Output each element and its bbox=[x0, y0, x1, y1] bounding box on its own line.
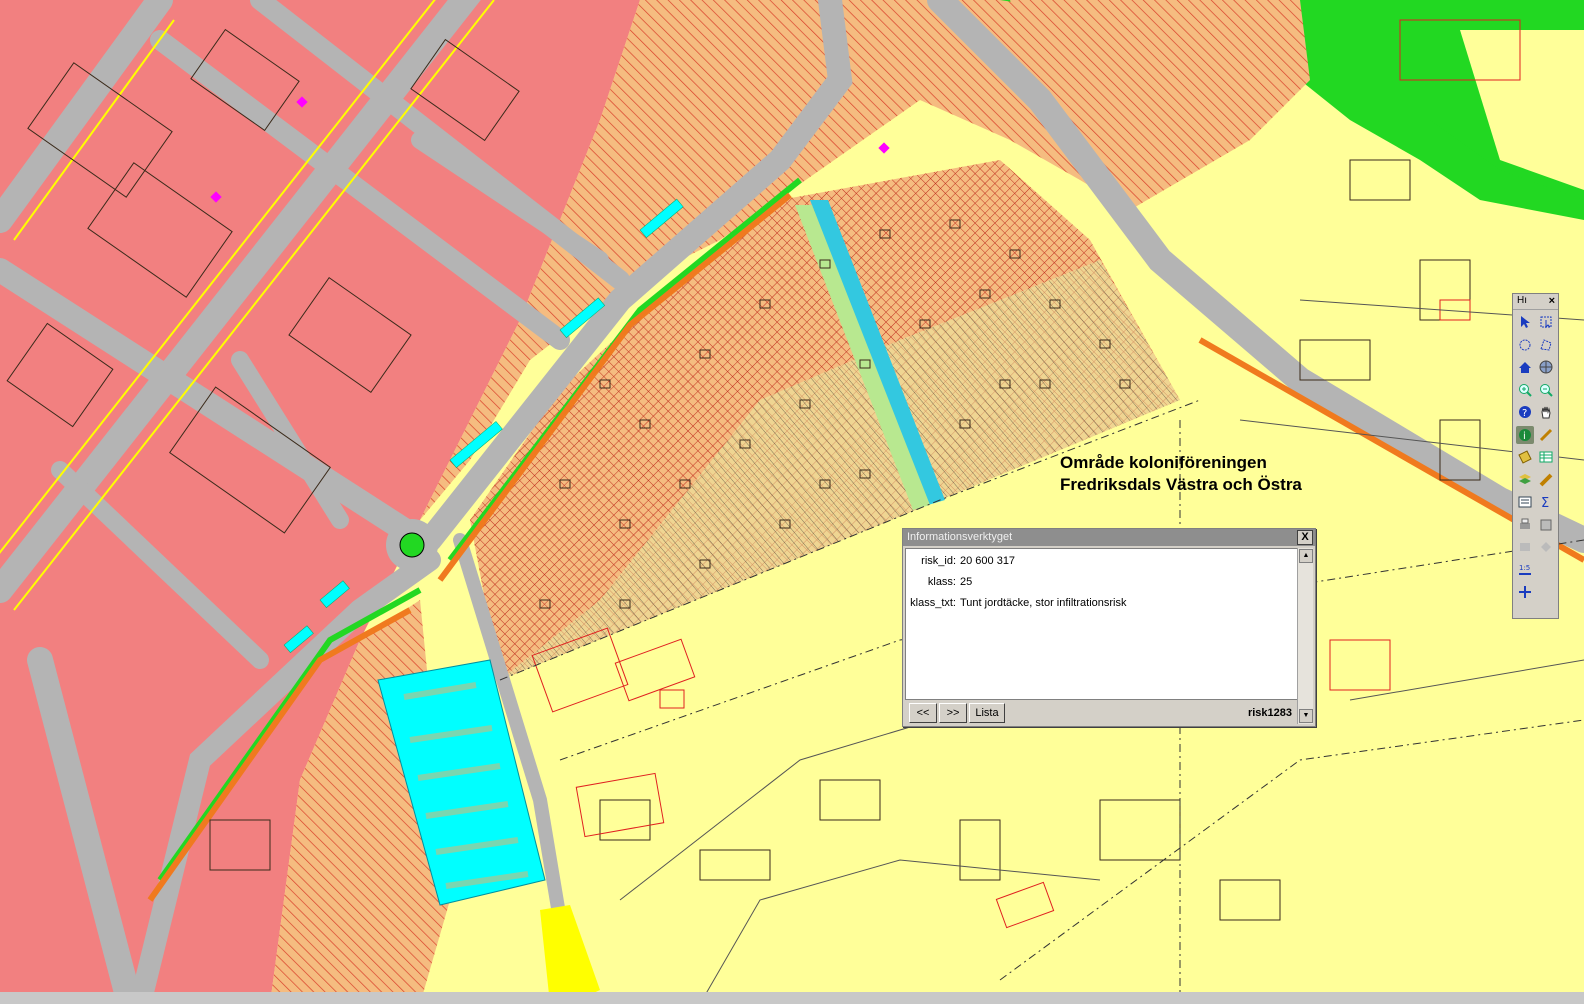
ruler-tool-button[interactable] bbox=[1537, 471, 1555, 489]
ruler-icon bbox=[1539, 473, 1553, 486]
info-key: risk_id: bbox=[921, 555, 956, 567]
crosshair-tool-button[interactable] bbox=[1516, 583, 1534, 601]
disabled-b-icon bbox=[1541, 542, 1551, 552]
print-tool-button[interactable] bbox=[1516, 516, 1534, 534]
print-icon bbox=[1520, 518, 1530, 529]
area-label: Område koloniföreningen Fredriksdals Väs… bbox=[1060, 452, 1302, 496]
select-circle-icon bbox=[1519, 339, 1531, 350]
info-window[interactable]: Informationsverktyget X risk_id: 20 600 … bbox=[902, 528, 1316, 727]
scale-icon: 1:5 bbox=[1519, 564, 1531, 575]
scroll-down-icon[interactable]: ▼ bbox=[1299, 709, 1313, 723]
map-canvas[interactable] bbox=[0, 0, 1584, 1004]
zoom-out-tool-button[interactable] bbox=[1537, 381, 1555, 399]
export-icon bbox=[1540, 519, 1552, 530]
select-arrow-tool-button[interactable] bbox=[1516, 313, 1534, 331]
svg-text:1:5: 1:5 bbox=[1519, 564, 1530, 572]
tag-tool-button[interactable] bbox=[1516, 448, 1534, 466]
layers-icon bbox=[1519, 473, 1531, 484]
svg-text:?: ? bbox=[1522, 408, 1527, 419]
info-window-title: Informationsverktyget bbox=[907, 531, 1013, 543]
tool-palette[interactable]: Hı × ? i Σ 1:5 bbox=[1512, 293, 1559, 619]
select-polygon-icon bbox=[1540, 338, 1552, 351]
info-value: 25 bbox=[960, 576, 973, 588]
tool-palette-close-icon[interactable]: × bbox=[1549, 295, 1555, 307]
area-label-line2: Fredriksdals Västra och Östra bbox=[1060, 475, 1302, 494]
info-window-body: risk_id: 20 600 317 klass: 25 klass_txt:… bbox=[905, 548, 1300, 700]
scale-tool-button[interactable]: 1:5 bbox=[1516, 561, 1534, 579]
sum-icon: Σ bbox=[1541, 496, 1549, 510]
next-button[interactable]: >> bbox=[939, 703, 967, 723]
info-key: klass_txt: bbox=[910, 597, 956, 609]
info-window-footer: << >> Lista risk1283 bbox=[905, 701, 1298, 725]
info-row-klass-txt: klass_txt: Tunt jordtäcke, stor infiltra… bbox=[906, 597, 1296, 615]
status-strip bbox=[0, 992, 1584, 1004]
list-icon bbox=[1518, 496, 1532, 508]
table-icon bbox=[1539, 451, 1553, 463]
prev-button[interactable]: << bbox=[909, 703, 937, 723]
info-scrollbar[interactable]: ▲ ▼ bbox=[1297, 548, 1313, 724]
info-value: 20 600 317 bbox=[960, 555, 1016, 567]
disabled-b-tool-button[interactable] bbox=[1537, 538, 1555, 556]
layer-name: risk1283 bbox=[1247, 707, 1292, 719]
select-circle-tool-button[interactable] bbox=[1516, 336, 1534, 354]
info-icon: i bbox=[1519, 428, 1531, 442]
select-rect-icon bbox=[1540, 316, 1552, 329]
sum-tool-button[interactable]: Σ bbox=[1537, 493, 1555, 511]
export-tool-button[interactable] bbox=[1537, 516, 1555, 534]
bookmark-icon bbox=[1539, 428, 1553, 441]
list-tool-button[interactable] bbox=[1516, 493, 1534, 511]
tool-palette-title: Hı bbox=[1517, 295, 1527, 306]
home-icon bbox=[1519, 362, 1531, 373]
globe-icon bbox=[1539, 360, 1553, 374]
tag-icon bbox=[1518, 450, 1532, 464]
zoom-out-icon bbox=[1540, 383, 1553, 397]
disabled-a-icon bbox=[1520, 543, 1530, 551]
area-label-line1: Område koloniföreningen bbox=[1060, 453, 1267, 472]
home-tool-button[interactable] bbox=[1516, 358, 1534, 376]
bookmark-tool-button[interactable] bbox=[1537, 426, 1555, 444]
layers-tool-button[interactable] bbox=[1516, 471, 1534, 489]
info-row-klass: klass: 25 bbox=[906, 576, 1296, 594]
info-key: klass: bbox=[927, 576, 956, 588]
table-tool-button[interactable] bbox=[1537, 448, 1555, 466]
select-arrow-icon bbox=[1521, 316, 1530, 328]
help-icon: ? bbox=[1519, 406, 1531, 419]
disabled-a-tool-button[interactable] bbox=[1516, 538, 1534, 556]
svg-text:i: i bbox=[1523, 431, 1526, 442]
info-value: Tunt jordtäcke, stor infiltrationsrisk bbox=[960, 597, 1127, 609]
info-row-risk-id: risk_id: 20 600 317 bbox=[906, 555, 1296, 573]
svg-text:Σ: Σ bbox=[1541, 496, 1549, 510]
crosshair-icon bbox=[1519, 586, 1531, 598]
select-rect-tool-button[interactable] bbox=[1537, 313, 1555, 331]
help-tool-button[interactable]: ? bbox=[1516, 403, 1534, 421]
zoom-in-icon bbox=[1519, 383, 1532, 397]
info-window-close-button[interactable]: X bbox=[1297, 530, 1313, 545]
tool-palette-titlebar[interactable]: Hı × bbox=[1513, 294, 1558, 310]
scroll-up-icon[interactable]: ▲ bbox=[1299, 549, 1313, 563]
pan-hand-icon bbox=[1541, 406, 1551, 419]
zoom-in-tool-button[interactable] bbox=[1516, 381, 1534, 399]
info-tool-button[interactable]: i bbox=[1516, 425, 1534, 444]
pan-hand-tool-button[interactable] bbox=[1537, 403, 1555, 421]
select-polygon-tool-button[interactable] bbox=[1537, 336, 1555, 354]
globe-tool-button[interactable] bbox=[1537, 358, 1555, 376]
info-window-titlebar[interactable]: Informationsverktyget X bbox=[903, 529, 1315, 546]
list-button[interactable]: Lista bbox=[969, 703, 1005, 723]
